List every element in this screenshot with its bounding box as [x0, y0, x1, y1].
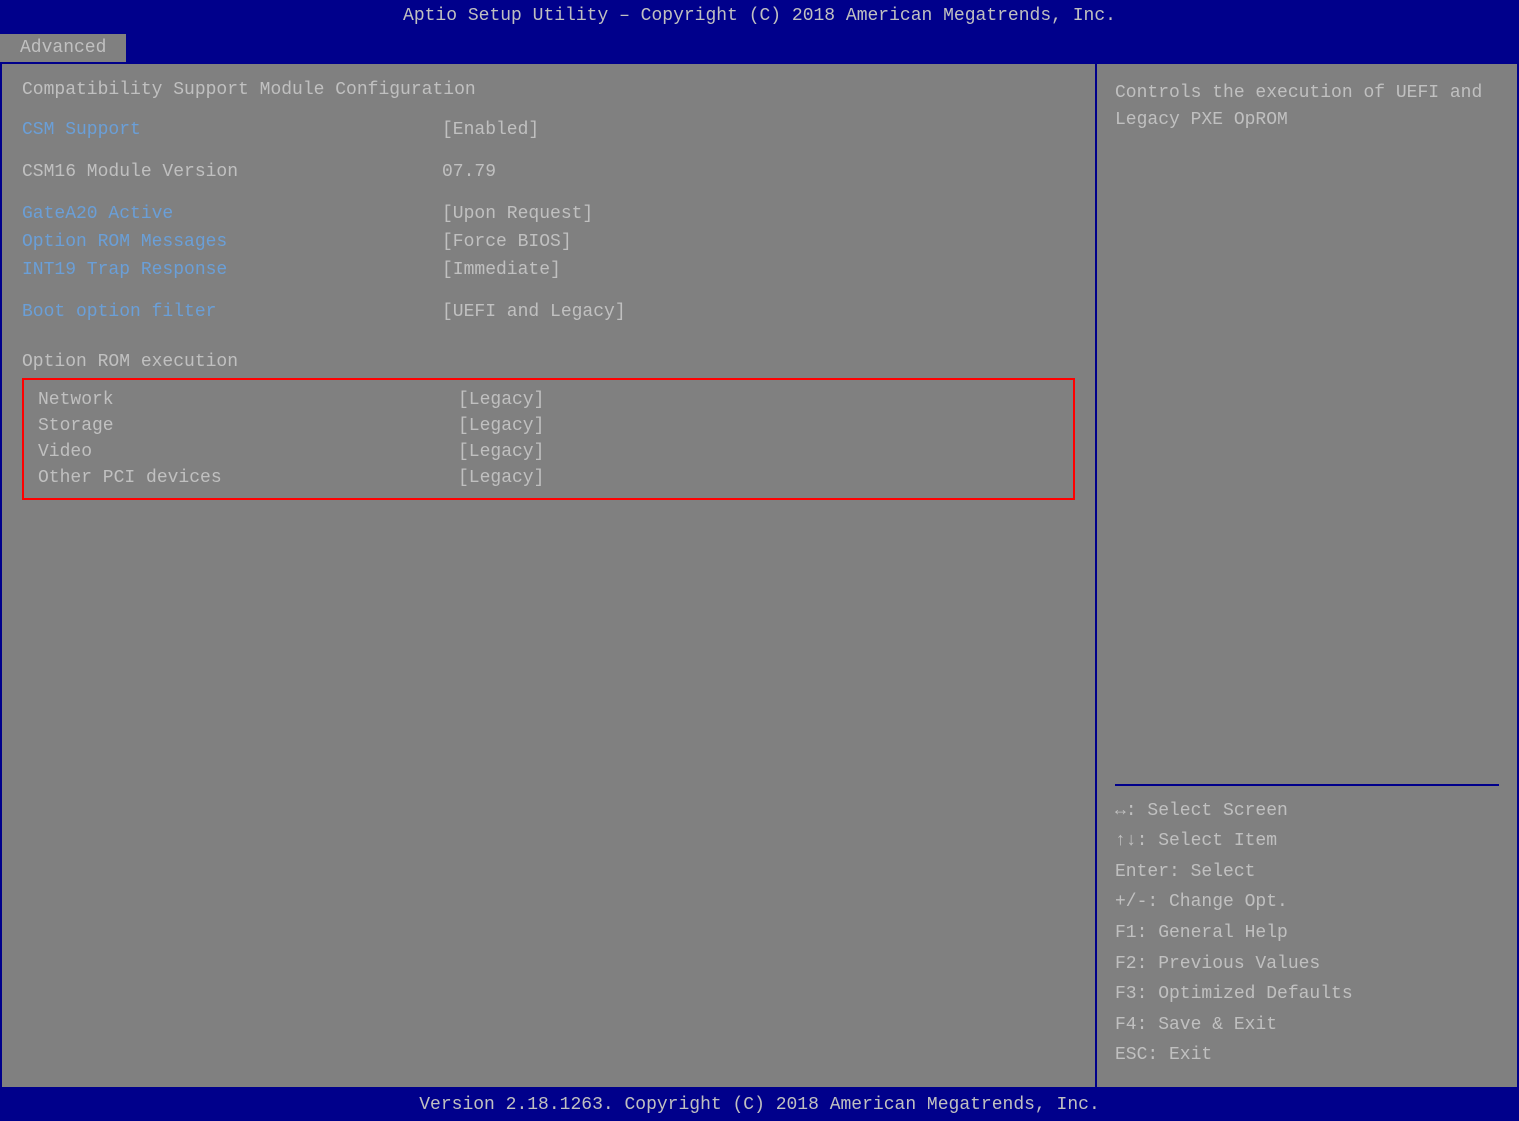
setting-label-boot-filter: Boot option filter — [22, 302, 442, 322]
rom-value-storage: [Legacy] — [458, 416, 544, 436]
key-f4: F4: Save & Exit — [1115, 1010, 1499, 1041]
help-text: Controls the execution of UEFI and Legac… — [1115, 80, 1499, 134]
setting-row-int19: INT19 Trap Response [Immediate] — [22, 260, 1075, 280]
setting-value-option-rom-msg: [Force BIOS] — [442, 232, 572, 252]
right-divider — [1115, 784, 1499, 786]
tab-advanced[interactable]: Advanced — [0, 34, 126, 62]
rom-label-other-pci: Other PCI devices — [38, 468, 458, 488]
rom-label-storage: Storage — [38, 416, 458, 436]
rom-label-video: Video — [38, 442, 458, 462]
setting-row-csm-support: CSM Support [Enabled] — [22, 120, 1075, 140]
bottom-bar: Version 2.18.1263. Copyright (C) 2018 Am… — [0, 1089, 1519, 1121]
rom-row-other-pci: Other PCI devices [Legacy] — [38, 468, 1059, 488]
setting-value-csm-support: [Enabled] — [442, 120, 539, 140]
setting-row-option-rom-msg: Option ROM Messages [Force BIOS] — [22, 232, 1075, 252]
key-esc: ESC: Exit — [1115, 1040, 1499, 1071]
bios-screen: Aptio Setup Utility – Copyright (C) 2018… — [0, 0, 1519, 1121]
left-panel: Compatibility Support Module Configurati… — [2, 64, 1097, 1087]
setting-value-csm16: 07.79 — [442, 162, 496, 182]
key-help: ↔: Select Screen ↑↓: Select Item Enter: … — [1115, 796, 1499, 1071]
setting-value-int19: [Immediate] — [442, 260, 561, 280]
rom-value-other-pci: [Legacy] — [458, 468, 544, 488]
rom-execution-box: Network [Legacy] Storage [Legacy] Video … — [22, 378, 1075, 500]
rom-row-video: Video [Legacy] — [38, 442, 1059, 462]
rom-execution-section: Option ROM execution Network [Legacy] St… — [22, 352, 1075, 500]
key-select-item: ↑↓: Select Item — [1115, 826, 1499, 857]
key-f1: F1: General Help — [1115, 918, 1499, 949]
rom-value-video: [Legacy] — [458, 442, 544, 462]
key-select-screen: ↔: Select Screen — [1115, 796, 1499, 827]
setting-value-boot-filter: [UEFI and Legacy] — [442, 302, 626, 322]
section-title: Compatibility Support Module Configurati… — [22, 80, 1075, 100]
setting-label-csm16: CSM16 Module Version — [22, 162, 442, 182]
key-f3: F3: Optimized Defaults — [1115, 979, 1499, 1010]
setting-row-boot-filter: Boot option filter [UEFI and Legacy] — [22, 302, 1075, 322]
rom-value-network: [Legacy] — [458, 390, 544, 410]
key-f2: F2: Previous Values — [1115, 949, 1499, 980]
rom-row-storage: Storage [Legacy] — [38, 416, 1059, 436]
key-enter-select: Enter: Select — [1115, 857, 1499, 888]
rom-execution-label: Option ROM execution — [22, 352, 1075, 372]
version-text: Version 2.18.1263. Copyright (C) 2018 Am… — [419, 1095, 1100, 1115]
setting-label-csm-support: CSM Support — [22, 120, 442, 140]
rom-row-network: Network [Legacy] — [38, 390, 1059, 410]
title-text: Aptio Setup Utility – Copyright (C) 2018… — [403, 6, 1116, 26]
setting-label-gatea20: GateA20 Active — [22, 204, 442, 224]
right-panel: Controls the execution of UEFI and Legac… — [1097, 64, 1517, 1087]
key-change-opt: +/-: Change Opt. — [1115, 887, 1499, 918]
setting-label-int19: INT19 Trap Response — [22, 260, 442, 280]
tab-row: Advanced — [0, 32, 1519, 62]
rom-label-network: Network — [38, 390, 458, 410]
setting-row-csm16: CSM16 Module Version 07.79 — [22, 162, 1075, 182]
setting-value-gatea20: [Upon Request] — [442, 204, 593, 224]
main-content: Compatibility Support Module Configurati… — [0, 62, 1519, 1089]
title-bar: Aptio Setup Utility – Copyright (C) 2018… — [0, 0, 1519, 32]
setting-label-option-rom-msg: Option ROM Messages — [22, 232, 442, 252]
setting-row-gatea20: GateA20 Active [Upon Request] — [22, 204, 1075, 224]
